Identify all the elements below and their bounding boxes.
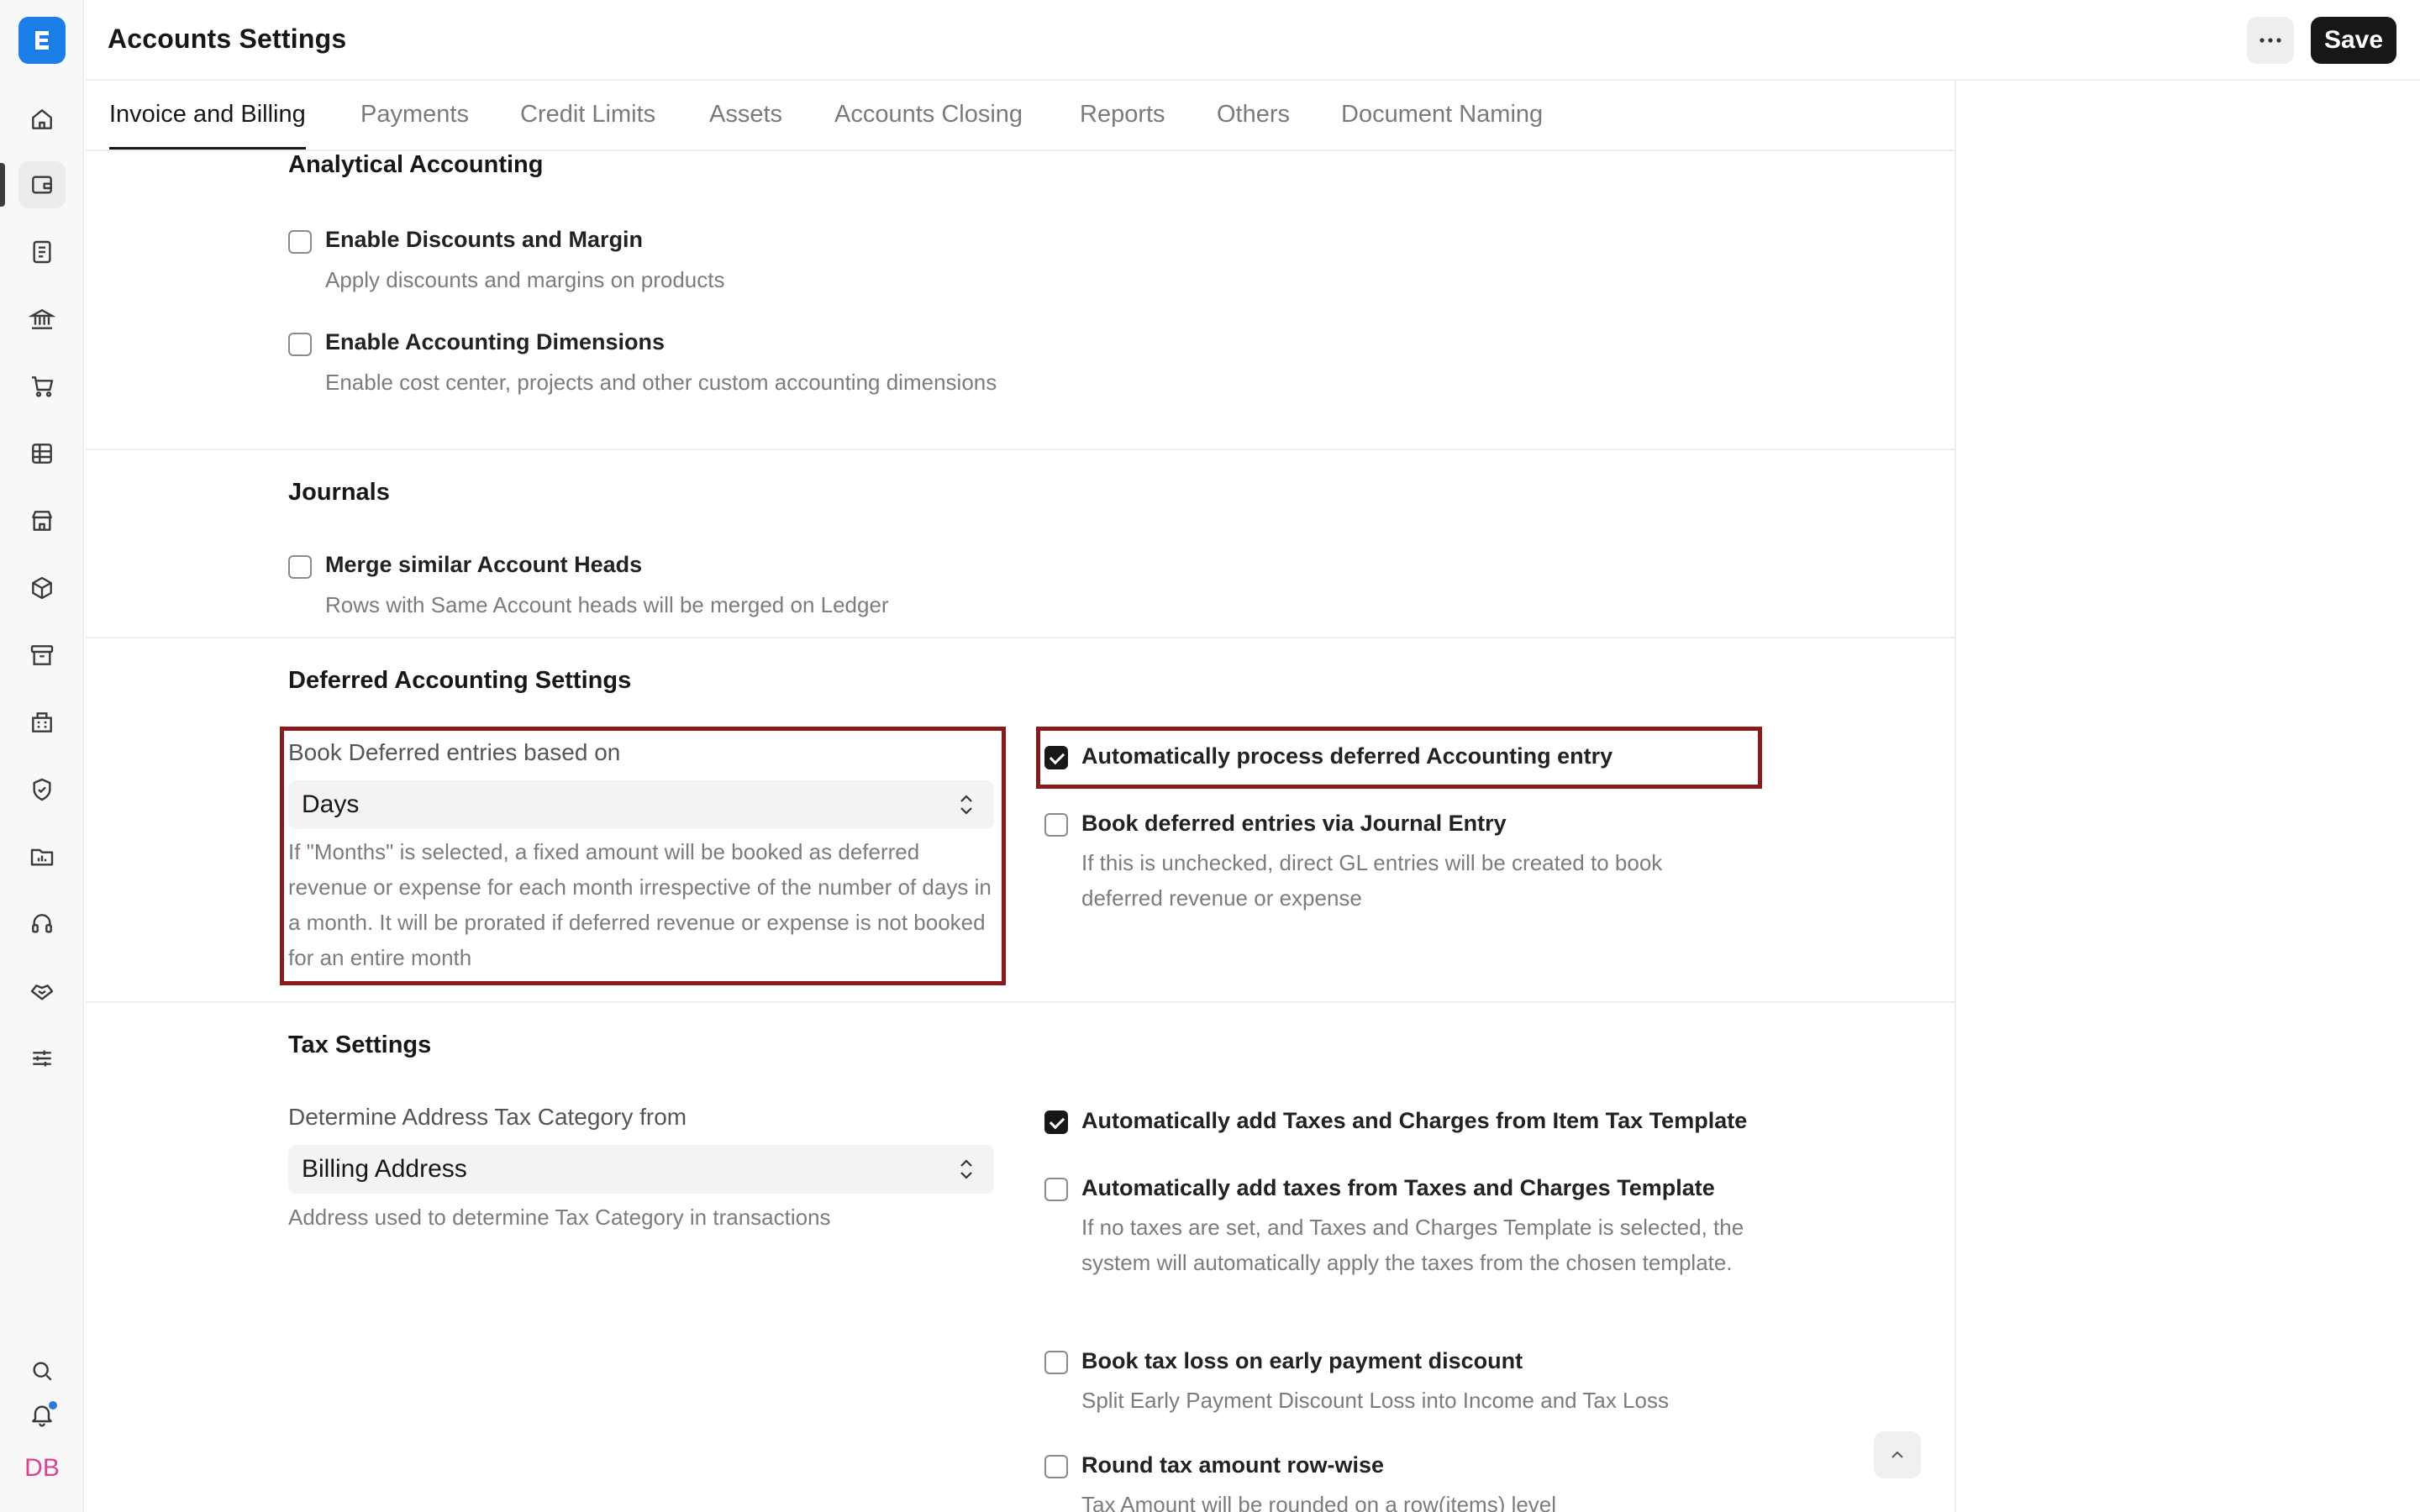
sidebar-item-home[interactable] — [18, 96, 66, 143]
enable-dimensions-description: Enable cost center, projects and other c… — [325, 370, 997, 395]
package-icon — [32, 576, 52, 600]
book-tax-loss-checkbox[interactable] — [1044, 1351, 1068, 1374]
auto-template-tax-description: If no taxes are set, and Taxes and Charg… — [1081, 1215, 1744, 1275]
save-button[interactable]: Save — [2311, 17, 2396, 64]
sidebar-item-settings[interactable] — [18, 1035, 66, 1082]
round-tax-row-wise-description: Tax Amount will be rounded on a row(item… — [1081, 1492, 1557, 1512]
section-title-analytical-accounting: Analytical Accounting — [288, 151, 544, 178]
tab-accounts-closing[interactable]: Accounts Closing — [834, 101, 1023, 150]
auto-template-tax-label: Automatically add taxes from Taxes and C… — [1081, 1175, 1715, 1200]
book-via-journal-description: If this is unchecked, direct GL entries … — [1081, 850, 1663, 911]
round-tax-row-wise-checkbox[interactable] — [1044, 1455, 1068, 1478]
sidebar-item-projects[interactable] — [18, 833, 66, 880]
highlight-box-auto-process — [1036, 727, 1762, 789]
round-tax-row-wise-label: Round tax amount row-wise — [1081, 1452, 1385, 1478]
auto-template-tax-checkbox[interactable] — [1044, 1178, 1068, 1201]
book-via-journal-checkbox[interactable] — [1044, 813, 1068, 837]
merge-account-heads-label: Merge similar Account Heads — [325, 552, 643, 577]
book-tax-loss-label: Book tax loss on early payment discount — [1081, 1348, 1523, 1373]
auto-item-tax-label: Automatically add Taxes and Charges from… — [1081, 1108, 1748, 1133]
book-via-journal-label: Book deferred entries via Journal Entry — [1081, 811, 1507, 836]
sidebar-search[interactable] — [18, 1347, 66, 1394]
auto-item-tax-checkbox[interactable] — [1044, 1110, 1068, 1134]
wallet-icon — [32, 176, 52, 194]
enable-discounts-description: Apply discounts and margins on products — [325, 267, 725, 292]
tab-invoice-and-billing[interactable]: Invoice and Billing — [109, 101, 306, 150]
sidebar-item-documents[interactable] — [18, 228, 66, 276]
bank-icon — [29, 308, 55, 329]
more-horizontal-icon — [2260, 38, 2281, 43]
tab-credit-limits[interactable]: Credit Limits — [520, 101, 655, 150]
sidebar-item-bank[interactable] — [18, 296, 66, 343]
address-tax-category-description: Address used to determine Tax Category i… — [288, 1205, 831, 1230]
settings-form: Analytical Accounting Enable Discounts a… — [86, 151, 1954, 1512]
section-title-tax-settings: Tax Settings — [288, 1032, 432, 1058]
enable-discounts-checkbox[interactable] — [288, 230, 312, 254]
sliders-icon — [33, 1050, 51, 1067]
archive-icon — [30, 645, 54, 665]
side-panel-divider — [1954, 81, 1956, 1512]
book-tax-loss-description: Split Early Payment Discount Loss into I… — [1081, 1388, 1669, 1413]
section-divider — [86, 637, 1954, 638]
sidebar-item-buying[interactable] — [18, 363, 66, 410]
sidebar-item-crm[interactable] — [18, 968, 66, 1015]
app-logo[interactable] — [18, 17, 66, 64]
page-title: Accounts Settings — [108, 24, 347, 54]
home-icon — [32, 109, 52, 129]
enable-dimensions-checkbox[interactable] — [288, 333, 312, 356]
logo-e-icon — [35, 31, 49, 50]
avatar[interactable]: DB — [18, 1445, 66, 1492]
cart-icon — [32, 376, 54, 397]
merge-account-heads-checkbox[interactable] — [288, 555, 312, 579]
sidebar-item-archive[interactable] — [18, 632, 66, 679]
sidebar: DB — [0, 0, 84, 1512]
sidebar-item-accounting[interactable] — [18, 161, 66, 208]
address-tax-category-label: Determine Address Tax Category from — [288, 1104, 687, 1130]
sidebar-item-support[interactable] — [18, 900, 66, 948]
more-menu-button[interactable] — [2247, 17, 2294, 64]
tab-payments[interactable]: Payments — [360, 101, 469, 150]
chevron-up-icon — [1891, 1451, 1903, 1458]
search-icon — [33, 1362, 52, 1381]
sidebar-item-store[interactable] — [18, 497, 66, 544]
notification-dot — [47, 1399, 59, 1411]
tab-assets[interactable]: Assets — [709, 101, 782, 150]
tab-document-naming[interactable]: Document Naming — [1341, 101, 1543, 150]
sidebar-active-indicator — [0, 163, 5, 207]
table-icon — [32, 444, 52, 464]
chevron-up-down-icon — [960, 1159, 972, 1179]
shield-icon — [33, 778, 51, 801]
section-title-journals: Journals — [288, 479, 390, 506]
settings-tabs: Invoice and Billing Payments Credit Limi… — [86, 82, 1954, 151]
section-divider — [86, 1001, 1954, 1003]
address-tax-category-value: Billing Address — [302, 1155, 467, 1183]
address-tax-category-select[interactable]: Billing Address — [288, 1145, 994, 1194]
store-icon — [32, 511, 52, 531]
sidebar-item-stock[interactable] — [18, 564, 66, 612]
sidebar-item-quality[interactable] — [18, 766, 66, 813]
section-divider — [86, 449, 1954, 450]
section-title-deferred-accounting: Deferred Accounting Settings — [288, 667, 632, 694]
sidebar-item-manufacturing[interactable] — [18, 699, 66, 746]
sidebar-notifications[interactable] — [18, 1391, 66, 1438]
highlight-box-book-deferred — [280, 727, 1006, 985]
folder-chart-icon — [30, 848, 54, 866]
tab-others[interactable]: Others — [1217, 101, 1290, 150]
headset-icon — [32, 914, 52, 933]
enable-discounts-label: Enable Discounts and Margin — [325, 227, 644, 252]
app-window: DB Accounts Settings Save Invoice and Bi… — [0, 0, 2420, 1512]
sidebar-item-table[interactable] — [18, 430, 66, 477]
document-icon — [33, 240, 51, 264]
topbar — [86, 0, 2420, 81]
merge-account-heads-description: Rows with Same Account heads will be mer… — [325, 592, 889, 617]
enable-dimensions-label: Enable Accounting Dimensions — [325, 329, 666, 354]
tab-reports[interactable]: Reports — [1080, 101, 1165, 150]
scroll-to-top-button[interactable] — [1874, 1431, 1921, 1478]
handshake-icon — [30, 984, 54, 1000]
building-icon — [32, 712, 52, 732]
